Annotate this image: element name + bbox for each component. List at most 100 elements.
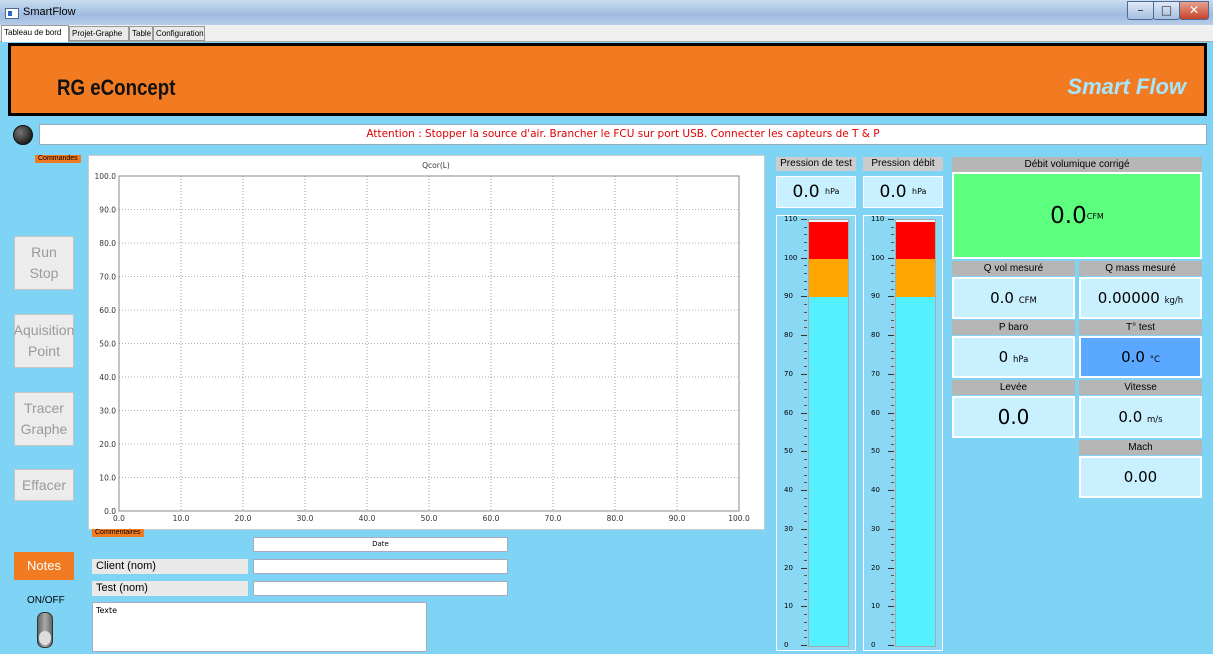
gauge-minor-tick [804, 381, 807, 383]
gauge-minor-tick [804, 590, 807, 592]
header-banner: RG eConcept Smart Flow [8, 43, 1207, 116]
gauge-minor-tick [804, 234, 807, 236]
gauge-minor-tick [804, 621, 807, 623]
gauge-minor-tick [891, 497, 894, 499]
gauge-scale-label: 100 [784, 253, 798, 262]
gauge-debit-value: 0.0 hPa [863, 176, 943, 208]
gauge-tick [801, 296, 807, 298]
x-tick-label: 100.0 [728, 514, 750, 523]
gauge-minor-tick [804, 420, 807, 422]
y-axis: 0.0 10.0 20.0 30.0 40.0 50.0 60.0 70.0 80.0 90.0 1… [95, 172, 117, 516]
gauge-minor-tick [891, 559, 894, 561]
vitesse-box: 0.0 m/s [1079, 396, 1202, 438]
qmass-title: Q mass mesuré [1079, 261, 1202, 276]
acquisition-point-button[interactable]: Aquisition Point [14, 314, 74, 368]
tracer-graphe-button[interactable]: Tracer Graphe [14, 392, 74, 446]
mach-value: 0.00 [1123, 468, 1158, 486]
commands-tag: Commandes [35, 155, 81, 163]
gauge-minor-tick [891, 288, 894, 290]
tab-projet-graphe[interactable]: Projet-Graphe [69, 26, 129, 41]
gauge-minor-tick [891, 513, 894, 515]
effacer-button[interactable]: Effacer [14, 469, 74, 501]
client-input[interactable] [253, 559, 508, 574]
gauge-minor-tick [891, 358, 894, 360]
ttest-box: 0.0 °C [1079, 336, 1202, 378]
gauge-test-title: Pression de test [776, 157, 856, 171]
x-tick-label: 90.0 [669, 514, 686, 523]
test-input[interactable] [253, 581, 508, 596]
qvol-title: Q vol mesuré [952, 261, 1075, 276]
run-stop-button[interactable]: Run Stop [14, 236, 74, 290]
onoff-toggle[interactable] [37, 612, 53, 648]
gauge-test-unit: hPa [825, 187, 840, 196]
gauge-minor-tick [804, 459, 807, 461]
gauge-warning-zone [896, 258, 935, 298]
acquisition-label: Aquisition Point [13, 322, 75, 359]
gauge-tick [888, 219, 894, 220]
gauge-tick [801, 490, 807, 492]
gauge-tick [888, 335, 894, 337]
x-tick-label: 10.0 [173, 514, 190, 523]
notes-textarea[interactable]: Texte [92, 602, 427, 652]
gauge-minor-tick [804, 513, 807, 515]
gauge-scale-label: 50 [784, 447, 793, 456]
gauge-scale-label: 110 [784, 215, 798, 223]
gauge-scale-label: 40 [784, 486, 793, 495]
gauge-minor-tick [804, 614, 807, 616]
gauge-minor-tick [804, 226, 807, 228]
gauge-scale-label: 70 [784, 369, 793, 378]
debit-title: Débit volumique corrigé [952, 157, 1202, 172]
gauge-minor-tick [804, 559, 807, 561]
gauge-minor-tick [804, 366, 807, 368]
notes-button[interactable]: Notes [14, 552, 74, 580]
gauge-tick [888, 645, 894, 646]
product-name: Smart Flow [1067, 74, 1186, 99]
gauge-scale-label: 20 [871, 563, 880, 572]
gauge-scale-label: 40 [871, 486, 880, 495]
qmass-unit: kg/h [1164, 296, 1184, 306]
maximize-button[interactable]: □ [1153, 1, 1180, 20]
gauge-minor-tick [891, 342, 894, 344]
pbaro-value: 0 [998, 348, 1009, 366]
chart-grid [118, 175, 740, 512]
gauge-minor-tick [804, 575, 807, 577]
levee-title: Levée [952, 380, 1075, 395]
gauge-minor-tick [804, 350, 807, 352]
test-label: Test (nom) [92, 581, 248, 596]
gauge-tick [888, 567, 894, 569]
pbaro-box: 0 hPa [952, 336, 1075, 378]
gauge-tick [801, 412, 807, 414]
qvol-unit: CFM [1018, 296, 1037, 306]
qvol-box: 0.0 CFM [952, 277, 1075, 319]
gauge-scale-label: 90 [784, 292, 793, 301]
gauge-minor-tick [891, 226, 894, 228]
tab-configuration[interactable]: Configuration [153, 26, 205, 41]
y-tick-label: 30.0 [99, 407, 116, 416]
tab-strip: Tableau de bord Projet-Graphe Table Conf… [0, 25, 1213, 42]
gauge-debit-bar: 110 100 90 80 70 60 50 40 30 20 10 0 [863, 215, 943, 651]
tab-table[interactable]: Table [129, 26, 153, 41]
date-field[interactable]: Date [253, 537, 508, 552]
minimize-button[interactable]: – [1127, 1, 1154, 20]
gauge-tick [888, 257, 894, 259]
gauge-minor-tick [891, 598, 894, 600]
gauge-tick [801, 257, 807, 259]
y-tick-label: 40.0 [99, 373, 116, 382]
gauge-minor-tick [804, 304, 807, 306]
gauge-warning-zone [809, 258, 848, 298]
gauge-minor-tick [804, 265, 807, 267]
vitesse-value: 0.0 [1118, 408, 1143, 426]
tab-tableau-de-bord[interactable]: Tableau de bord [1, 25, 69, 42]
x-tick-label: 80.0 [607, 514, 624, 523]
onoff-label: ON/OFF [27, 595, 65, 606]
close-button[interactable]: ✕ [1179, 1, 1209, 20]
gauge-minor-tick [891, 621, 894, 623]
gauge-scale-label: 50 [871, 447, 880, 456]
gauge-minor-tick [891, 381, 894, 383]
gauge-scale-label: 60 [871, 408, 880, 417]
chart-panel: Qcor(L) 0.0 10.0 20.0 30.0 40.0 50.0 60.0 70.0 8… [88, 155, 765, 530]
gauge-minor-tick [891, 311, 894, 313]
gauge-debit-unit: hPa [912, 187, 927, 196]
debit-unit: CFM [1086, 212, 1104, 221]
gauge-track [808, 219, 849, 647]
